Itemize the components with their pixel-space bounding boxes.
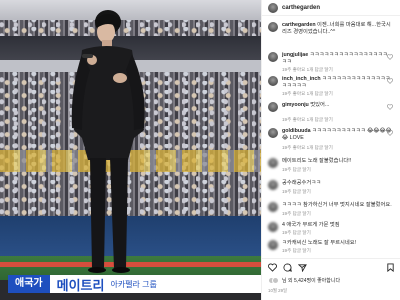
likes-count: 님 외 5,424명이 좋아합니다: [282, 278, 341, 284]
comment-item: goldibuuda ㅋㅋㅋㅋㅋㅋㅋㅋㅋㅋㅋ 😂😂😂😂😂 LOVE 19주 좋아…: [268, 128, 399, 152]
comment-body: ㅋㅋㅋㅋ 참가하신거 너무 멋지시네요 잘불렀어요.: [282, 202, 392, 208]
comment-meta[interactable]: 19주 답글 달기: [282, 167, 311, 173]
comment-item: gimyoonju 멋있어... 19주 좋아요 1개 답글 달기: [268, 102, 399, 124]
comment-text: goldibuuda ㅋㅋㅋㅋㅋㅋㅋㅋㅋㅋㅋ 😂😂😂😂😂 LOVE: [282, 128, 392, 142]
comment-username[interactable]: inch_inch_inch: [282, 76, 321, 82]
singer-figure: [71, 10, 145, 273]
action-icons: [268, 263, 307, 272]
comment-username[interactable]: carthegarden: [282, 22, 316, 28]
comment-body: 4 애국가 부르게 가문 멋짐: [282, 222, 340, 228]
author-username[interactable]: carthegarden: [282, 5, 320, 11]
comment-item: ㅋ카캐씨신 노래도 잘 부르시네요! 19주 답글 달기: [268, 240, 399, 256]
heart-icon[interactable]: [387, 78, 393, 84]
comment-meta[interactable]: 19주 답글 달기: [282, 211, 311, 217]
commenter-avatar[interactable]: [268, 128, 278, 138]
commenter-avatar[interactable]: [268, 240, 278, 250]
comment-meta[interactable]: 19주 좋아요 1개 답글 달기: [282, 117, 333, 123]
comment-body: 메이트리도 노래 잘불렀습니다!!: [282, 158, 352, 164]
comment-item: 공수래공수거ㅋㅋ 19주 답글 달기: [268, 180, 399, 198]
commenter-avatar[interactable]: [268, 180, 278, 190]
caption-tag: 애국가: [8, 275, 50, 293]
commenter-avatar[interactable]: [268, 22, 278, 32]
comment-meta[interactable]: 19주 답글 달기: [282, 248, 311, 254]
comment-meta[interactable]: 19주 답글 달기: [282, 230, 311, 236]
comment-text: gimyoonju 멋있어...: [282, 102, 392, 109]
commenter-avatar[interactable]: [268, 102, 278, 112]
commenter-avatar[interactable]: [268, 158, 278, 168]
comment-meta[interactable]: 19주 좋아요 1개 답글 달기: [282, 145, 333, 151]
comment-text: inch_inch_inch ㅋㅋㅋㅋㅋㅋㅋㅋㅋㅋㅋㅋㅋㅋㅋㅋㅋㅋㅋ: [282, 76, 392, 90]
bookmark-icon[interactable]: [386, 263, 395, 272]
commenter-avatar[interactable]: [268, 52, 278, 62]
author-avatar[interactable]: [268, 2, 278, 13]
post-date: 10월 29일: [268, 288, 288, 293]
heart-icon[interactable]: [387, 130, 393, 136]
comment-item: ㅋㅋㅋㅋ 참가하신거 너무 멋지시네요 잘불렀어요. 19주 답글 달기: [268, 202, 399, 220]
heart-icon[interactable]: [268, 263, 277, 272]
heart-icon[interactable]: [387, 104, 393, 110]
comment-meta[interactable]: 19주 좋아요 1개 답글 달기: [282, 67, 333, 73]
comment-username[interactable]: goldibuuda: [282, 128, 311, 134]
comment-item: 4 애국가 부르게 가문 멋짐 19주 답글 달기: [268, 222, 399, 238]
comment-text: 4 애국가 부르게 가문 멋짐: [282, 222, 392, 229]
comment-item: 메이트리도 노래 잘불렀습니다!! 19주 답글 달기: [268, 158, 399, 176]
comment-icon[interactable]: [283, 263, 292, 272]
post-image[interactable]: 애국가 메이트리 아카펠라 그룹: [0, 0, 261, 300]
comment-meta[interactable]: 19주 좋아요 1개 답글 달기: [282, 91, 333, 97]
comments-panel: carthegarden carthegarden 이젠..너희를 마음대로 해…: [261, 0, 400, 300]
heart-icon[interactable]: [387, 54, 393, 60]
comment-body: 공수래공수거ㅋㅋ: [282, 180, 321, 186]
broadcast-caption: 애국가 메이트리 아카펠라 그룹: [8, 275, 261, 293]
comment-body: 멋있어...: [310, 102, 330, 108]
commenter-avatar[interactable]: [268, 202, 278, 212]
commenter-avatar[interactable]: [268, 222, 278, 232]
comment-text: carthegarden 이젠..너희를 마음대로 해...한국시리즈 경영이었…: [282, 22, 392, 36]
likes-summary[interactable]: 님 외 5,424명이 좋아합니다: [268, 277, 340, 284]
comment-item: carthegarden 이젠..너희를 마음대로 해...한국시리즈 경영이었…: [268, 22, 399, 44]
comment-text: 메이트리도 노래 잘불렀습니다!!: [282, 158, 392, 165]
comment-meta[interactable]: 19주 답글 달기: [282, 189, 311, 195]
liker-avatar: [272, 277, 279, 284]
comment-username[interactable]: gimyoonju: [282, 102, 309, 108]
comment-text: ㅋㅋㅋㅋ 참가하신거 너무 멋지시네요 잘불렀어요.: [282, 202, 392, 209]
comment-body: ㅋ카캐씨신 노래도 잘 부르시네요!: [282, 240, 357, 246]
caption-performer-type: 아카펠라 그룹: [110, 279, 157, 289]
comment-text: 공수래공수거ㅋㅋ: [282, 180, 392, 187]
comment-text: ㅋ카캐씨신 노래도 잘 부르시네요!: [282, 240, 392, 247]
commenter-avatar[interactable]: [268, 76, 278, 86]
comment-username[interactable]: jungjulijae: [282, 52, 308, 58]
post-header: carthegarden: [262, 0, 400, 16]
post-action-bar: 님 외 5,424명이 좋아합니다 10월 29일: [262, 258, 400, 300]
comment-item: inch_inch_inch ㅋㅋㅋㅋㅋㅋㅋㅋㅋㅋㅋㅋㅋㅋㅋㅋㅋㅋㅋ 19주 좋…: [268, 76, 399, 98]
comment-text: jungjulijae ㅋㅋㅋㅋㅋㅋㅋㅋㅋㅋㅋㅋㅋㅋㅋㅋㅋㅋ: [282, 52, 392, 66]
comment-item: jungjulijae ㅋㅋㅋㅋㅋㅋㅋㅋㅋㅋㅋㅋㅋㅋㅋㅋㅋㅋ 19주 좋아요 1…: [268, 52, 399, 74]
caption-performer-name: 메이트리: [56, 277, 105, 293]
share-icon[interactable]: [298, 263, 307, 272]
